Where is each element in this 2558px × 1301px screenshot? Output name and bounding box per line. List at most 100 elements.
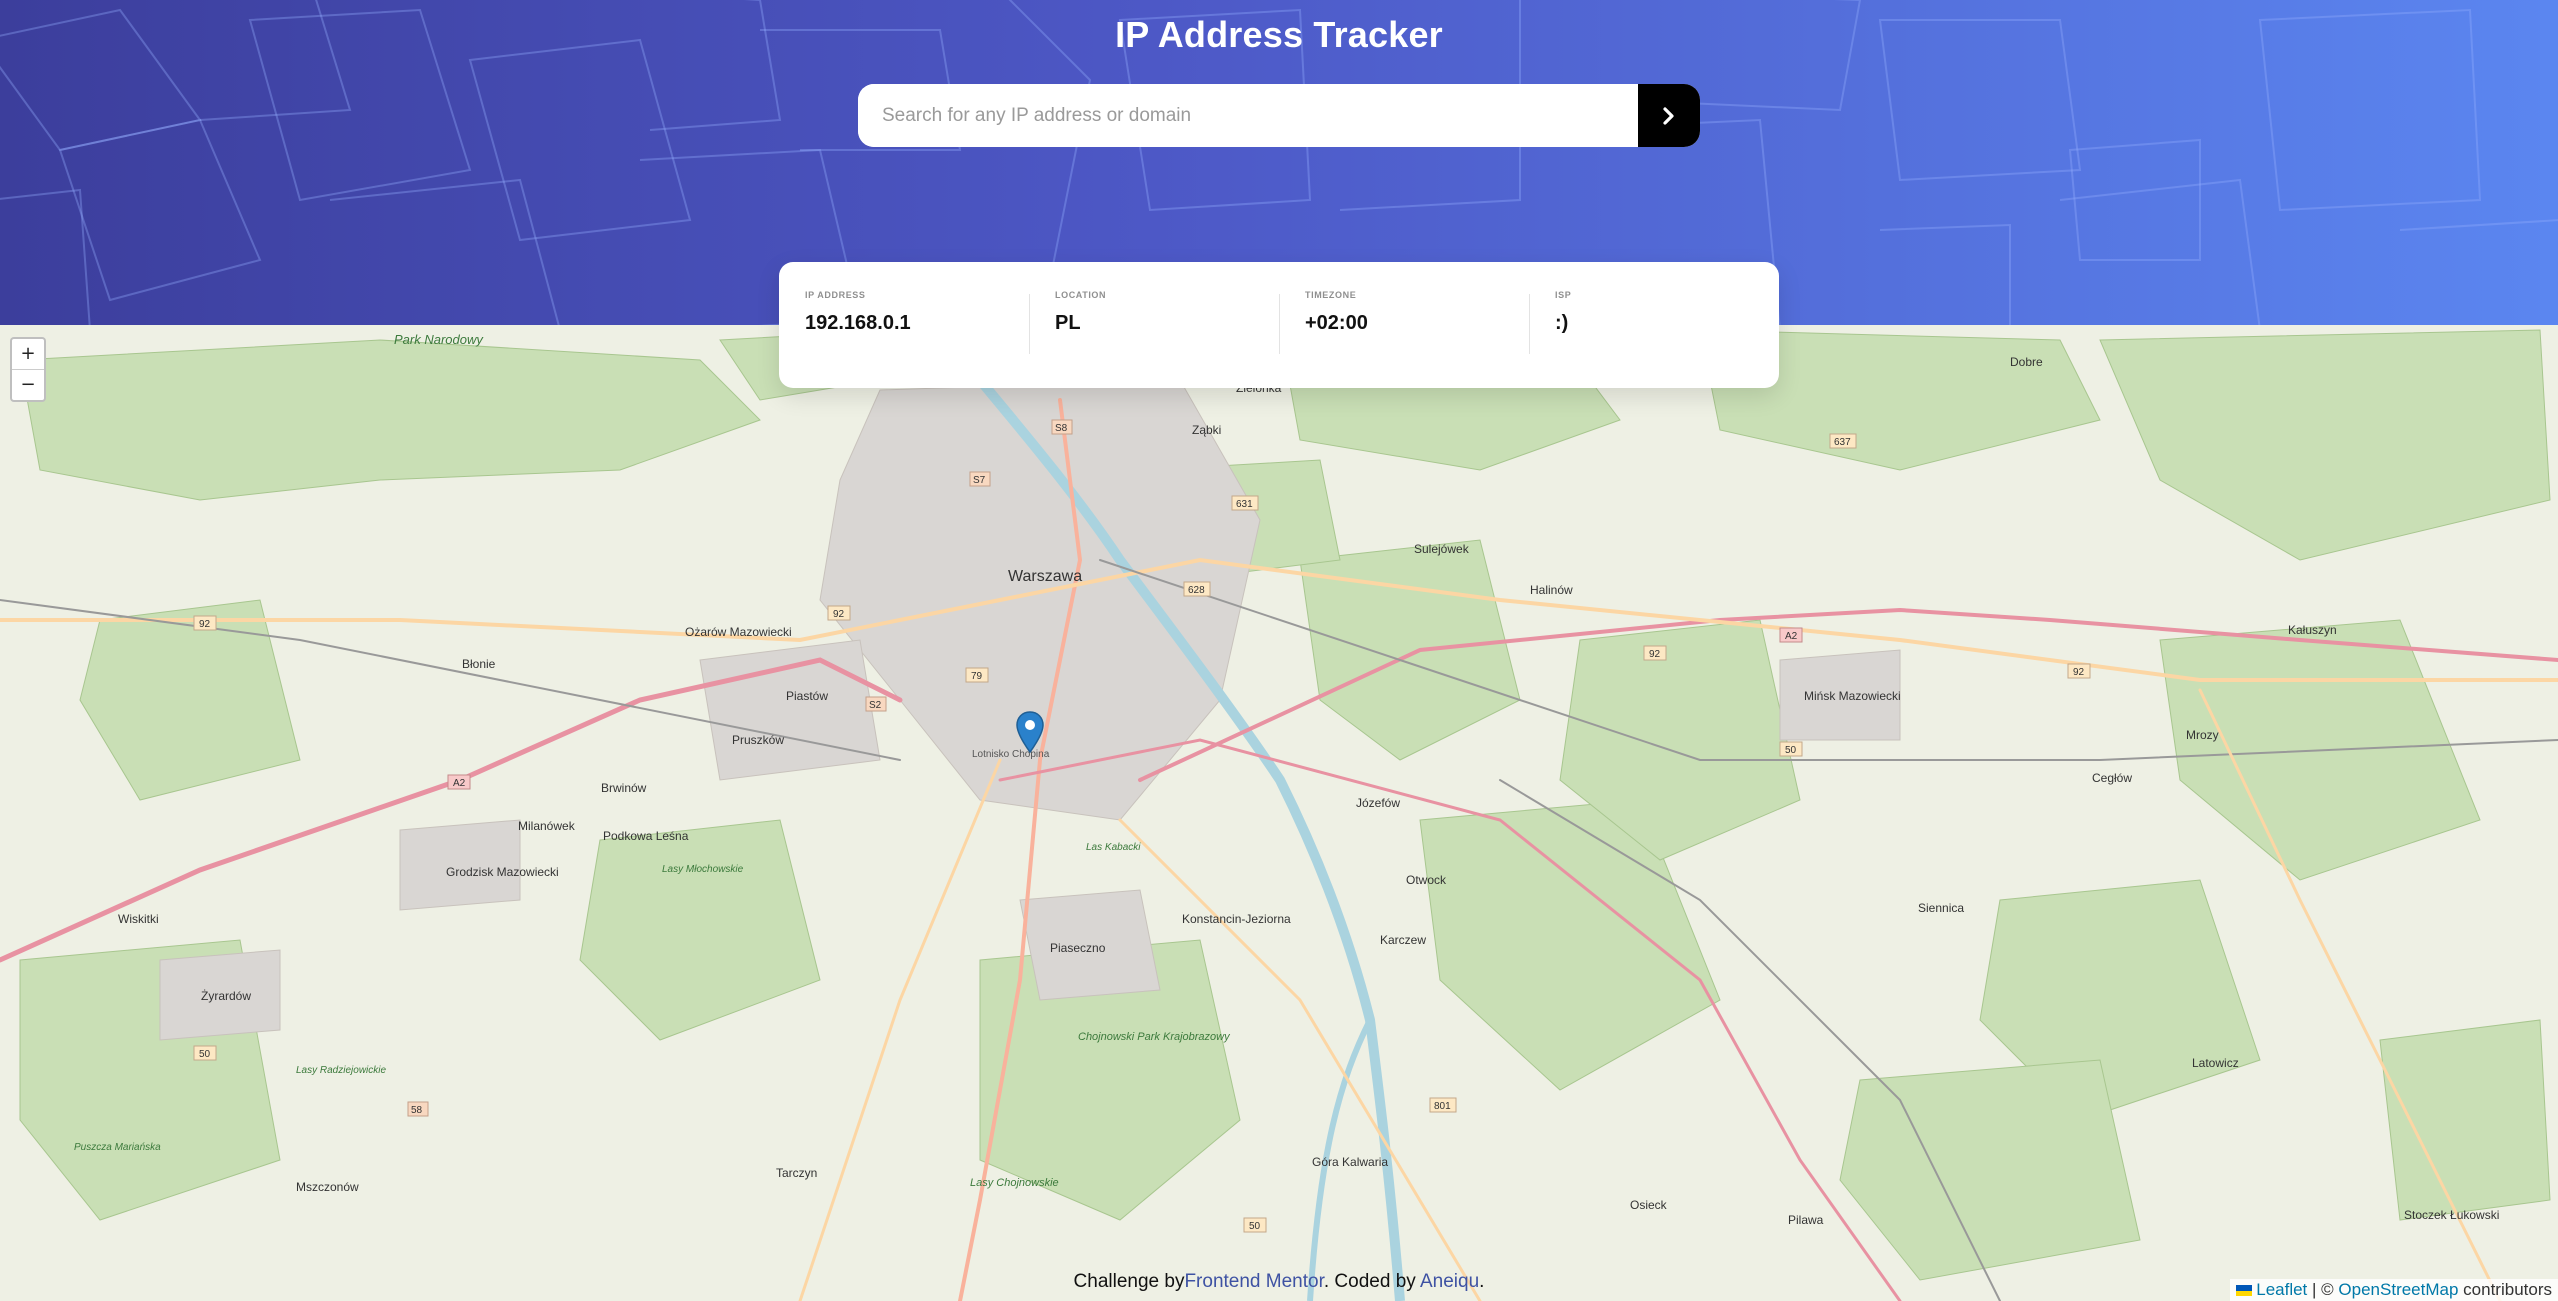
info-label: LOCATION bbox=[1055, 290, 1107, 300]
svg-text:631: 631 bbox=[1236, 499, 1253, 510]
credit-middle: . Coded by bbox=[1323, 1271, 1420, 1292]
map-label: Park Narodowy bbox=[394, 332, 484, 347]
map-view[interactable]: Warszawa Ożarów Mazowiecki Błonie Piastó… bbox=[0, 325, 2558, 1301]
credit-line: Challenge byFrontend Mentor. Coded by An… bbox=[0, 1271, 2558, 1293]
map-label: Karczew bbox=[1380, 933, 1426, 947]
map-label: Lasy Chojnowskie bbox=[970, 1177, 1059, 1189]
search-bar bbox=[858, 84, 1700, 147]
map-label: Ząbki bbox=[1192, 423, 1221, 437]
road-shield: A2 bbox=[447, 774, 471, 790]
svg-text:92: 92 bbox=[2073, 667, 2085, 678]
map-label: Żyrardów bbox=[201, 989, 251, 1003]
map-label: Osieck bbox=[1630, 1198, 1668, 1212]
info-value: +02:00 bbox=[1305, 312, 1368, 334]
info-label: IP ADDRESS bbox=[805, 290, 866, 300]
map-tiles[interactable]: Warszawa Ożarów Mazowiecki Błonie Piastó… bbox=[0, 325, 2558, 1301]
road-shield: 79 bbox=[965, 667, 989, 683]
info-value: PL bbox=[1055, 312, 1081, 334]
map-label: Cegłów bbox=[2092, 771, 2132, 785]
map-label: Latowicz bbox=[2192, 1056, 2239, 1070]
map-label: Podkowa Leśna bbox=[603, 829, 689, 843]
zoom-control: + − bbox=[10, 337, 46, 402]
map-label: Chojnowski Park Krajobrazowy bbox=[1078, 1031, 1231, 1043]
road-shield: 92 bbox=[1643, 645, 1667, 661]
chevron-right-icon bbox=[1663, 106, 1674, 125]
map-label: Józefów bbox=[1356, 796, 1400, 810]
map-label: Tarczyn bbox=[776, 1166, 817, 1180]
svg-text:A2: A2 bbox=[453, 778, 466, 789]
svg-text:S8: S8 bbox=[1055, 423, 1068, 434]
map-label: Pruszków bbox=[732, 733, 784, 747]
svg-text:92: 92 bbox=[199, 619, 211, 630]
map-label: Puszcza Mariańska bbox=[74, 1142, 161, 1153]
attribution-suffix: contributors bbox=[2463, 1280, 2552, 1299]
ukraine-flag-icon bbox=[2236, 1285, 2253, 1296]
map-label: Grodzisk Mazowiecki bbox=[446, 865, 559, 879]
info-value: :) bbox=[1555, 312, 1569, 334]
attribution-separator: | © bbox=[2312, 1280, 2334, 1299]
info-location: LOCATION PL bbox=[1029, 262, 1279, 388]
map-label: Wiskitki bbox=[118, 912, 159, 926]
road-shield: 637 bbox=[1829, 433, 1857, 449]
frontend-mentor-link[interactable]: Frontend Mentor bbox=[1184, 1271, 1323, 1292]
svg-text:79: 79 bbox=[971, 671, 983, 682]
map-label: Stoczek Łukowski bbox=[2404, 1208, 2499, 1222]
svg-text:A2: A2 bbox=[1785, 631, 1798, 642]
ip-info-card: IP ADDRESS 192.168.0.1 LOCATION PL TIMEZ… bbox=[779, 262, 1779, 388]
page-title: IP Address Tracker bbox=[1115, 14, 1443, 55]
map-label: Brwinów bbox=[601, 781, 647, 795]
svg-text:50: 50 bbox=[199, 1049, 211, 1060]
search-input[interactable] bbox=[858, 84, 1638, 147]
map-label: Halinów bbox=[1530, 583, 1573, 597]
svg-text:801: 801 bbox=[1434, 1101, 1451, 1112]
road-shield: 631 bbox=[1231, 495, 1259, 511]
map-label: Lasy Radziejowickie bbox=[296, 1065, 386, 1076]
road-shield: S2 bbox=[865, 696, 887, 712]
search-submit-button[interactable] bbox=[1638, 84, 1700, 147]
author-link[interactable]: Aneiqu bbox=[1420, 1271, 1479, 1292]
zoom-out-button[interactable]: − bbox=[12, 369, 44, 400]
info-value: 192.168.0.1 bbox=[805, 312, 911, 334]
road-shield: S8 bbox=[1051, 419, 1073, 435]
map-label: Konstancin-Jeziorna bbox=[1182, 912, 1291, 926]
road-shield: 92 bbox=[193, 615, 217, 631]
credit-suffix: . bbox=[1479, 1271, 1485, 1292]
info-label: ISP bbox=[1555, 290, 1572, 300]
zoom-in-button[interactable]: + bbox=[12, 339, 44, 369]
map-label: Mińsk Mazowiecki bbox=[1804, 689, 1901, 703]
road-shield: 801 bbox=[1429, 1097, 1457, 1113]
openstreetmap-link[interactable]: OpenStreetMap bbox=[2338, 1280, 2458, 1299]
map-label: Piastów bbox=[786, 689, 828, 703]
map-label: Mrozy bbox=[2186, 728, 2219, 742]
map-label: Mszczonów bbox=[296, 1180, 359, 1194]
map-label: Pilawa bbox=[1788, 1213, 1824, 1227]
road-shield: S7 bbox=[969, 471, 991, 487]
map-label: Ożarów Mazowiecki bbox=[685, 625, 792, 639]
svg-text:50: 50 bbox=[1249, 1221, 1261, 1232]
road-shield: 628 bbox=[1183, 581, 1211, 597]
info-ip-address: IP ADDRESS 192.168.0.1 bbox=[779, 262, 1029, 388]
svg-text:637: 637 bbox=[1834, 437, 1851, 448]
map-label: Milanówek bbox=[518, 819, 576, 833]
map-label: Sulejówek bbox=[1414, 542, 1470, 556]
road-shield: 92 bbox=[2067, 663, 2091, 679]
map-label: Lasy Młochowskie bbox=[662, 864, 744, 875]
map-label: Błonie bbox=[462, 657, 496, 671]
road-shield: 50 bbox=[1779, 741, 1803, 757]
map-label: Las Kabacki bbox=[1086, 842, 1141, 853]
svg-text:S7: S7 bbox=[973, 475, 986, 486]
leaflet-link[interactable]: Leaflet bbox=[2256, 1280, 2307, 1299]
map-label: Kałuszyn bbox=[2288, 623, 2337, 637]
map-pin-icon[interactable] bbox=[1016, 711, 1044, 753]
svg-text:628: 628 bbox=[1188, 585, 1205, 596]
map-label: Góra Kalwaria bbox=[1312, 1155, 1388, 1169]
map-label: Siennica bbox=[1918, 901, 1964, 915]
svg-text:S2: S2 bbox=[869, 700, 882, 711]
map-attribution: Leaflet | © OpenStreetMap contributors bbox=[2230, 1279, 2558, 1301]
svg-text:58: 58 bbox=[411, 1105, 423, 1116]
map-label: Dobre bbox=[2010, 355, 2043, 369]
road-shield: 50 bbox=[193, 1045, 217, 1061]
map-label: Piaseczno bbox=[1050, 941, 1106, 955]
svg-text:50: 50 bbox=[1785, 745, 1797, 756]
info-isp: ISP :) bbox=[1529, 262, 1779, 388]
